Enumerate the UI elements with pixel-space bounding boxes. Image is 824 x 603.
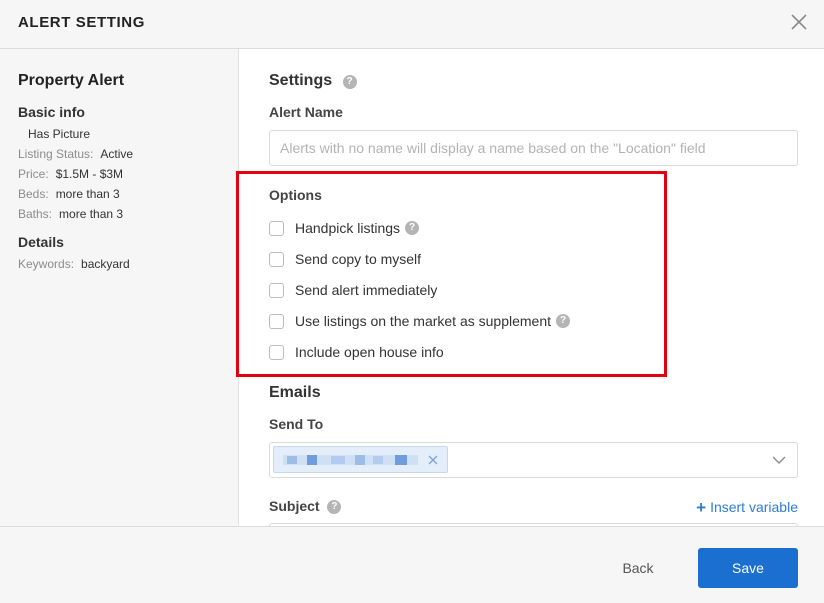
option-label: Send alert immediately xyxy=(295,282,438,298)
modal-header: ALERT SETTING xyxy=(0,0,824,49)
question-circle-icon[interactable]: ? xyxy=(405,221,420,235)
summary-row-keywords: Keywords: backyard xyxy=(18,257,130,271)
insert-variable-link[interactable]: + Insert variable xyxy=(696,498,798,518)
summary-value: Has Picture xyxy=(28,127,91,141)
alert-name-label: Alert Name xyxy=(269,104,343,120)
checkbox[interactable] xyxy=(269,344,284,360)
alert-summary-sidebar: Property Alert Basic info Has Picture Li… xyxy=(0,49,239,526)
subject-label: Subject xyxy=(269,498,320,514)
basic-info-heading: Basic info xyxy=(18,104,85,120)
question-circle-icon[interactable]: ? xyxy=(556,314,571,328)
modal-footer: Back Save xyxy=(0,526,824,603)
option-label: Use listings on the market as supplement xyxy=(295,313,552,329)
summary-value: backyard xyxy=(81,257,130,271)
sidebar-title: Property Alert xyxy=(18,72,125,89)
remove-recipient-icon[interactable] xyxy=(427,454,439,466)
checkbox[interactable] xyxy=(269,282,284,298)
send-to-select[interactable] xyxy=(269,442,798,478)
summary-row-has-picture: Has Picture xyxy=(28,127,90,141)
chevron-down-icon xyxy=(772,456,786,464)
summary-value: $1.5M - $3M xyxy=(55,167,124,181)
summary-value: Active xyxy=(100,147,134,161)
alert-name-input[interactable] xyxy=(269,130,798,166)
checkbox[interactable] xyxy=(269,251,284,267)
summary-row-baths: Baths: more than 3 xyxy=(18,207,123,221)
save-button[interactable]: Save xyxy=(698,548,798,588)
redacted-email-pixels xyxy=(283,455,418,465)
summary-label: Listing Status: xyxy=(18,147,94,161)
option-label: Handpick listings xyxy=(295,220,401,236)
summary-label: Price: xyxy=(18,167,49,181)
option-label: Include open house info xyxy=(295,344,444,360)
back-button[interactable]: Back xyxy=(603,549,673,587)
recipient-tag xyxy=(273,446,448,473)
option-use-market-listings-supplement[interactable]: Use listings on the market as supplement… xyxy=(269,311,571,331)
option-send-alert-immediately[interactable]: Send alert immediately xyxy=(269,280,437,300)
checkbox[interactable] xyxy=(269,220,284,236)
option-send-copy-to-myself[interactable]: Send copy to myself xyxy=(269,249,421,269)
close-icon[interactable] xyxy=(788,11,810,33)
checkbox[interactable] xyxy=(269,313,284,329)
send-to-label: Send To xyxy=(269,416,324,432)
plus-icon: + xyxy=(696,498,707,517)
insert-variable-label: Insert variable xyxy=(710,499,798,515)
settings-section: Settings ? xyxy=(269,72,357,90)
options-title: Options xyxy=(269,187,322,203)
settings-title: Settings xyxy=(269,72,333,89)
options-section: Options Handpick listings ? Send copy to… xyxy=(236,171,667,377)
summary-label: Beds: xyxy=(18,187,49,201)
details-heading: Details xyxy=(18,234,64,250)
question-circle-icon[interactable]: ? xyxy=(342,75,357,89)
summary-label: Keywords: xyxy=(18,257,75,271)
question-circle-icon[interactable]: ? xyxy=(327,500,342,515)
summary-row-listing-status: Listing Status: Active xyxy=(18,147,133,161)
option-handpick-listings[interactable]: Handpick listings ? xyxy=(269,218,420,238)
subject-field-label: Subject ? xyxy=(269,498,342,515)
emails-title: Emails xyxy=(269,384,321,401)
modal-title: ALERT SETTING xyxy=(18,14,145,31)
summary-row-price: Price: $1.5M - $3M xyxy=(18,167,123,181)
option-include-open-house-info[interactable]: Include open house info xyxy=(269,342,444,362)
option-label: Send copy to myself xyxy=(295,251,422,267)
summary-value: more than 3 xyxy=(59,207,124,221)
summary-row-beds: Beds: more than 3 xyxy=(18,187,120,201)
summary-label: Baths: xyxy=(18,207,53,221)
summary-value: more than 3 xyxy=(55,187,120,201)
